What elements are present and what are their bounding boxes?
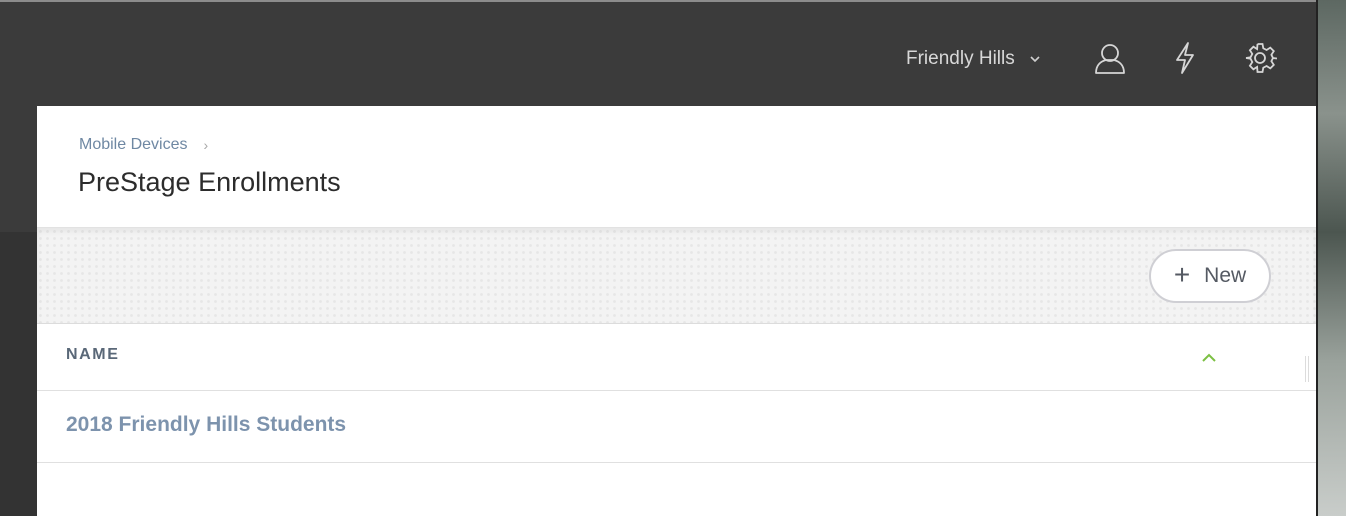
table-header: NAME — [37, 324, 1316, 391]
breadcrumb-mobile-devices[interactable]: Mobile Devices — [79, 136, 187, 154]
column-header-name[interactable]: NAME — [66, 346, 120, 364]
plus-icon: + — [1173, 258, 1191, 290]
org-switcher[interactable]: Friendly Hills — [906, 46, 1041, 72]
breadcrumb-separator-icon: › — [203, 137, 209, 153]
gear-icon[interactable] — [1242, 40, 1278, 76]
page-title: PreStage Enrollments — [78, 167, 341, 197]
enrollment-name-link[interactable]: 2018 Friendly Hills Students — [66, 413, 346, 437]
org-name: Friendly Hills — [906, 48, 1015, 69]
sort-ascending-icon[interactable] — [1200, 350, 1218, 364]
breadcrumb: Mobile Devices › — [79, 136, 208, 154]
content-card: Mobile Devices › PreStage Enrollments + … — [37, 106, 1316, 516]
new-button[interactable]: + New — [1149, 249, 1271, 303]
toolbar: + New — [37, 227, 1316, 324]
new-button-label: New — [1204, 264, 1247, 287]
chevron-down-icon — [1030, 56, 1040, 63]
desktop-background-edge — [1316, 0, 1346, 516]
table-row[interactable]: 2018 Friendly Hills Students — [37, 391, 1316, 463]
user-icon[interactable] — [1092, 40, 1128, 76]
lightning-icon[interactable] — [1167, 40, 1203, 76]
column-resize-handle[interactable] — [1305, 356, 1309, 382]
